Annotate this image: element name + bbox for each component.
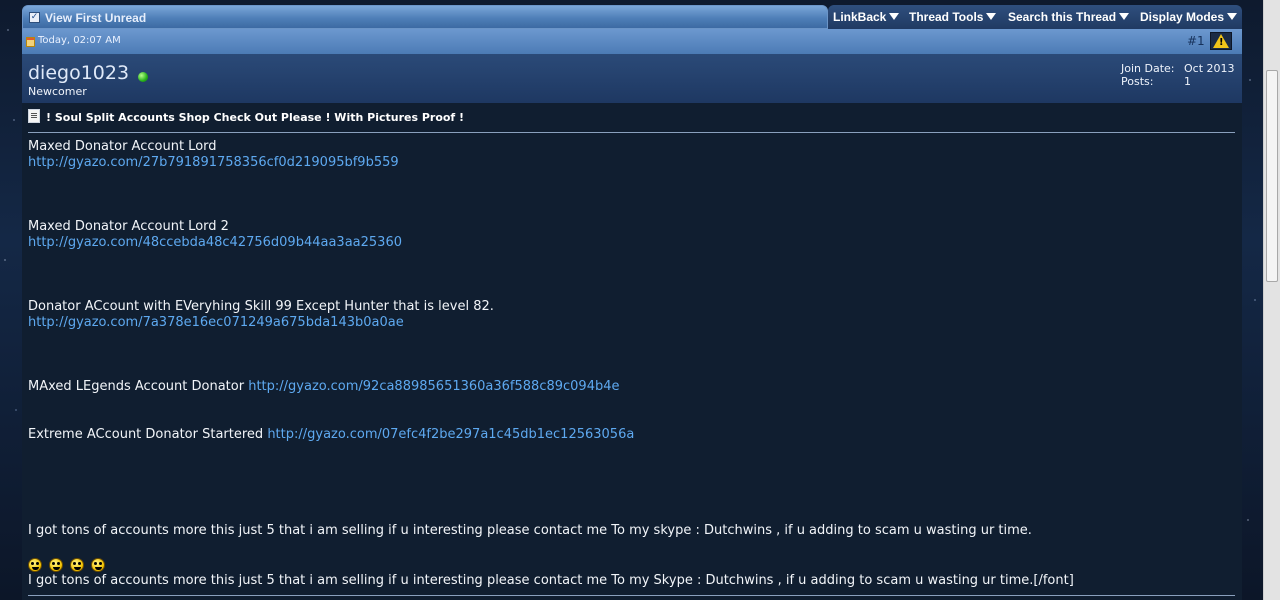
user-info-panel: diego1023 Newcomer Join Date: Oct 2013 Po… bbox=[22, 54, 1242, 103]
forum-thread: ✓ View First Unread LinkBack Thread Tool… bbox=[22, 0, 1242, 600]
linkback-label: LinkBack bbox=[833, 10, 887, 24]
display-modes-label: Display Modes bbox=[1140, 10, 1225, 24]
join-date-label: Join Date: bbox=[1121, 62, 1175, 75]
post-link[interactable]: http://gyazo.com/07efc4f2be297a1c45db1ec… bbox=[267, 427, 634, 442]
post-line: Maxed Donator Account Lord 2 bbox=[28, 219, 229, 234]
post-status-icon bbox=[26, 37, 35, 47]
post-line-text: MAxed LEgends Account Donator bbox=[28, 379, 249, 394]
post-content: ! Soul Split Accounts Shop Check Out Ple… bbox=[22, 103, 1242, 600]
post-line: Maxed Donator Account Lord bbox=[28, 139, 217, 154]
view-first-unread-label: View First Unread bbox=[45, 11, 147, 25]
linkback-menu[interactable]: LinkBack bbox=[833, 10, 900, 24]
posts-value: 1 bbox=[1184, 75, 1191, 88]
post-line-text: Extreme ACcount Donator Startered bbox=[28, 427, 268, 442]
smiley-icon bbox=[91, 558, 105, 572]
page-icon bbox=[28, 109, 40, 123]
checkbox-icon: ✓ bbox=[29, 12, 40, 23]
post-line: I got tons of accounts more this just 5 … bbox=[28, 523, 1032, 538]
smiley-icon bbox=[28, 558, 42, 572]
post-line: I got tons of accounts more this just 5 … bbox=[28, 573, 1074, 588]
user-stats: Join Date: Oct 2013 Posts: 1 bbox=[1121, 62, 1235, 88]
search-thread-menu[interactable]: Search this Thread bbox=[1008, 10, 1130, 24]
footer-divider bbox=[28, 595, 1235, 596]
post-link[interactable]: http://gyazo.com/48ccebda48c42756d09b44a… bbox=[28, 235, 402, 250]
post-number-link[interactable]: #1 bbox=[1187, 34, 1205, 48]
dropdown-arrow-icon bbox=[1227, 13, 1238, 20]
thread-menu: LinkBack Thread Tools Search this Thread… bbox=[828, 5, 1242, 29]
dropdown-arrow-icon bbox=[986, 13, 997, 20]
search-thread-label: Search this Thread bbox=[1008, 10, 1117, 24]
title-divider bbox=[28, 132, 1235, 133]
smiley-icon bbox=[49, 558, 63, 572]
user-title: Newcomer bbox=[28, 85, 87, 98]
post-line: Donator ACcount with EVeryhing Skill 99 … bbox=[28, 299, 494, 314]
thread-toolbar: ✓ View First Unread LinkBack Thread Tool… bbox=[22, 5, 1242, 29]
join-date-value: Oct 2013 bbox=[1184, 62, 1235, 75]
vertical-scrollbar[interactable] bbox=[1263, 0, 1280, 600]
report-post-button[interactable]: ! bbox=[1210, 32, 1232, 50]
post-line: Extreme ACcount Donator Startered http:/… bbox=[28, 427, 634, 442]
smiley-icon bbox=[70, 558, 84, 572]
username-link[interactable]: diego1023 bbox=[28, 62, 129, 84]
online-status-icon bbox=[138, 72, 148, 82]
thread-title-text: ! Soul Split Accounts Shop Check Out Ple… bbox=[46, 111, 465, 124]
post-link[interactable]: http://gyazo.com/7a378e16ec071249a675bda… bbox=[28, 315, 404, 330]
thread-tools-label: Thread Tools bbox=[909, 10, 984, 24]
scrollbar-thumb[interactable] bbox=[1266, 70, 1278, 282]
thread-tools-menu[interactable]: Thread Tools bbox=[909, 10, 997, 24]
display-modes-menu[interactable]: Display Modes bbox=[1140, 10, 1238, 24]
post-link[interactable]: http://gyazo.com/92ca88985651360a36f588c… bbox=[248, 379, 619, 394]
posts-label: Posts: bbox=[1121, 75, 1154, 88]
dropdown-arrow-icon bbox=[1119, 13, 1130, 20]
view-first-unread-link[interactable]: ✓ View First Unread bbox=[22, 5, 828, 29]
post-date: Today, 02:07 AM bbox=[38, 35, 121, 46]
post-line: MAxed LEgends Account Donator http://gya… bbox=[28, 379, 620, 394]
dropdown-arrow-icon bbox=[889, 13, 900, 20]
thread-title: ! Soul Split Accounts Shop Check Out Ple… bbox=[28, 109, 464, 124]
post-date-bar: Today, 02:07 AM #1 ! bbox=[22, 29, 1242, 54]
post-link[interactable]: http://gyazo.com/27b791891758356cf0d2190… bbox=[28, 155, 399, 170]
